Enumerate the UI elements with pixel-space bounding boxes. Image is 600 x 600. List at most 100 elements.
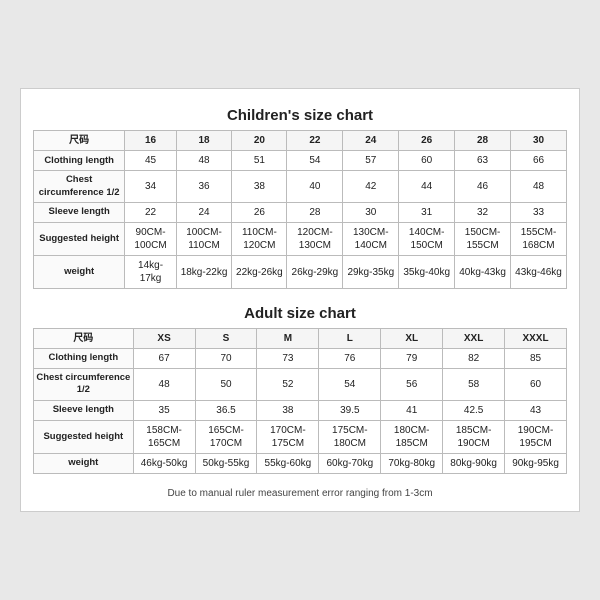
cell-value: 60kg-70kg [319,453,381,473]
row-label: Suggested height [34,420,134,453]
cell-value: 57 [343,151,399,171]
cell-value: 60 [399,151,455,171]
row-label: Chest circumference 1/2 [34,369,134,401]
row-label: Sleeve length [34,400,134,420]
cell-value: 82 [443,349,505,369]
table-row: weight14kg-17kg18kg-22kg22kg-26kg26kg-29… [34,256,567,289]
row-label: weight [34,453,134,473]
cell-value: 170CM-175CM [257,420,319,453]
cell-value: 190CM-195CM [505,420,567,453]
cell-value: 90kg-95kg [505,453,567,473]
cell-value: 80kg-90kg [443,453,505,473]
cell-value: 14kg-17kg [125,256,177,289]
table-row: Clothing length4548515457606366 [34,151,567,171]
table-row: weight46kg-50kg50kg-55kg55kg-60kg60kg-70… [34,453,567,473]
children-col-header: 24 [343,131,399,151]
adult-size-table: 尺码XSSMLXLXXLXXXL Clothing length67707376… [33,328,567,474]
cell-value: 48 [176,151,232,171]
row-label: Chest circumference 1/2 [34,171,125,203]
adult-col-header: XXL [443,329,505,349]
cell-value: 110CM-120CM [232,223,287,256]
cell-value: 35 [133,400,195,420]
cell-value: 35kg-40kg [399,256,455,289]
cell-value: 50kg-55kg [195,453,257,473]
table-row: Suggested height158CM-165CM165CM-170CM17… [34,420,567,453]
table-row: Sleeve length2224262830313233 [34,203,567,223]
cell-value: 175CM-180CM [319,420,381,453]
children-size-table: 尺码1618202224262830 Clothing length454851… [33,130,567,289]
cell-value: 18kg-22kg [176,256,232,289]
cell-value: 90CM-100CM [125,223,177,256]
cell-value: 48 [133,369,195,401]
adult-col-header: XXXL [505,329,567,349]
cell-value: 41 [381,400,443,420]
children-col-header: 30 [511,131,567,151]
adult-col-header: M [257,329,319,349]
cell-value: 85 [505,349,567,369]
cell-value: 51 [232,151,287,171]
adult-chart-title: Adult size chart [33,299,567,328]
cell-value: 40kg-43kg [455,256,511,289]
children-col-header: 16 [125,131,177,151]
cell-value: 31 [399,203,455,223]
cell-value: 38 [257,400,319,420]
cell-value: 30 [343,203,399,223]
row-label: weight [34,256,125,289]
footer-note: Due to manual ruler measurement error ra… [33,484,567,499]
cell-value: 26 [232,203,287,223]
cell-value: 67 [133,349,195,369]
row-label: Clothing length [34,349,134,369]
children-col-header: 尺码 [34,131,125,151]
size-chart-container: Children's size chart 尺码1618202224262830… [20,88,580,511]
cell-value: 36 [176,171,232,203]
cell-value: 22kg-26kg [232,256,287,289]
cell-value: 54 [319,369,381,401]
cell-value: 180CM-185CM [381,420,443,453]
cell-value: 58 [443,369,505,401]
table-row: Chest circumference 1/23436384042444648 [34,171,567,203]
cell-value: 55kg-60kg [257,453,319,473]
cell-value: 155CM-168CM [511,223,567,256]
cell-value: 120CM-130CM [287,223,343,256]
cell-value: 70 [195,349,257,369]
cell-value: 48 [511,171,567,203]
row-label: Clothing length [34,151,125,171]
adult-col-header: L [319,329,381,349]
cell-value: 36.5 [195,400,257,420]
adult-col-header: 尺码 [34,329,134,349]
cell-value: 79 [381,349,443,369]
cell-value: 52 [257,369,319,401]
adult-col-header: XS [133,329,195,349]
cell-value: 76 [319,349,381,369]
cell-value: 46 [455,171,511,203]
children-col-header: 22 [287,131,343,151]
children-col-header: 20 [232,131,287,151]
cell-value: 43 [505,400,567,420]
cell-value: 28 [287,203,343,223]
row-label: Sleeve length [34,203,125,223]
cell-value: 43kg-46kg [511,256,567,289]
cell-value: 50 [195,369,257,401]
adult-col-header: S [195,329,257,349]
cell-value: 63 [455,151,511,171]
cell-value: 26kg-29kg [287,256,343,289]
cell-value: 44 [399,171,455,203]
cell-value: 165CM-170CM [195,420,257,453]
cell-value: 45 [125,151,177,171]
cell-value: 24 [176,203,232,223]
table-row: Clothing length67707376798285 [34,349,567,369]
adult-col-header: XL [381,329,443,349]
cell-value: 38 [232,171,287,203]
cell-value: 66 [511,151,567,171]
children-col-header: 28 [455,131,511,151]
cell-value: 29kg-35kg [343,256,399,289]
children-col-header: 26 [399,131,455,151]
cell-value: 60 [505,369,567,401]
cell-value: 39.5 [319,400,381,420]
table-row: Sleeve length3536.53839.54142.543 [34,400,567,420]
cell-value: 46kg-50kg [133,453,195,473]
children-chart-title: Children's size chart [33,101,567,130]
cell-value: 185CM-190CM [443,420,505,453]
cell-value: 33 [511,203,567,223]
cell-value: 158CM-165CM [133,420,195,453]
